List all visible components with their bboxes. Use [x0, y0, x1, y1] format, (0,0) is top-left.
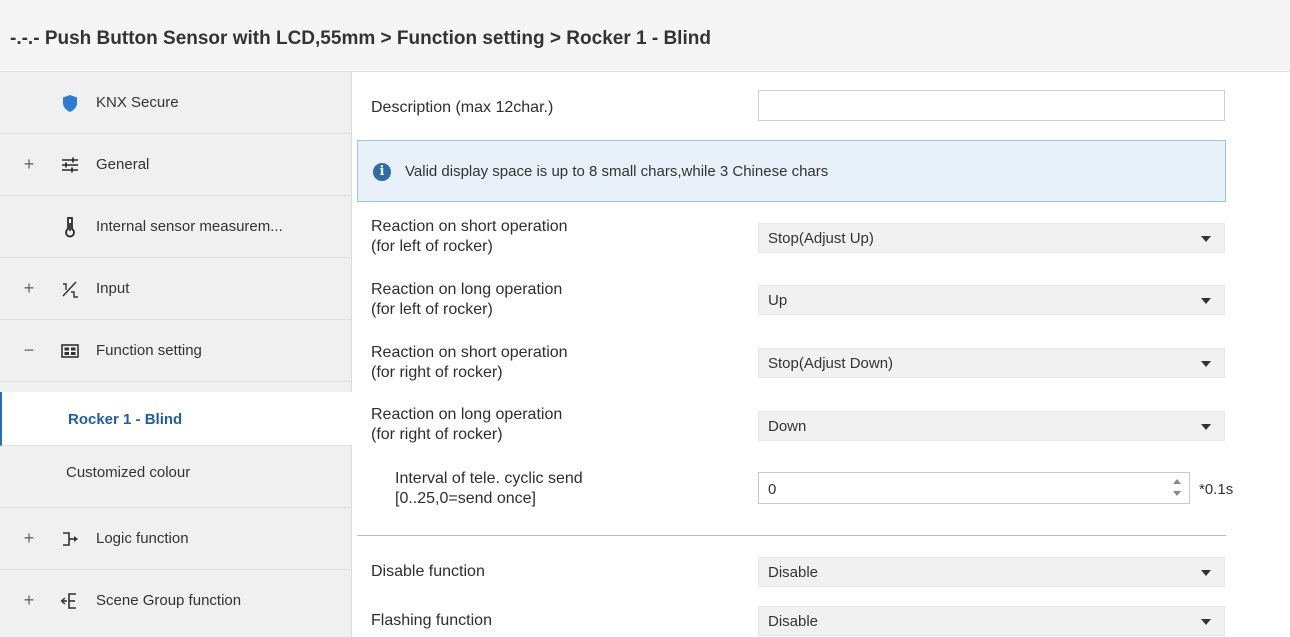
- disable-function-label: Disable function: [371, 563, 485, 580]
- parameter-panel: Description (max 12char.) i Valid displa…: [353, 72, 1290, 637]
- sidebar-item-knx-secure[interactable]: KNX Secure: [0, 72, 352, 134]
- short-right-value: Stop(Adjust Down): [768, 355, 894, 372]
- breadcrumb-title: -.-.- Push Button Sensor with LCD,55mm >…: [10, 28, 711, 49]
- sidebar-item-label: General: [96, 156, 150, 173]
- sidebar-item-input[interactable]: + Input: [0, 258, 352, 320]
- short-right-select[interactable]: Stop(Adjust Down): [758, 348, 1225, 378]
- sidebar-item-general[interactable]: + General: [0, 134, 352, 196]
- dropdown-caret-icon: [1201, 298, 1211, 304]
- sidebar-item-customized-colour[interactable]: Customized colour: [0, 446, 352, 508]
- interval-label: Interval of tele. cyclic send: [395, 470, 583, 487]
- spin-arrows[interactable]: [1171, 476, 1183, 500]
- info-box: i Valid display space is up to 8 small c…: [357, 140, 1226, 202]
- disable-function-value: Disable: [768, 564, 819, 581]
- sidebar-item-rocker-1-blind[interactable]: Rocker 1 - Blind: [0, 392, 352, 446]
- section-divider: [357, 535, 1226, 536]
- sidebar-item-label: Rocker 1 - Blind: [68, 411, 183, 428]
- collapse-icon[interactable]: −: [22, 340, 36, 361]
- logic-icon: [63, 532, 78, 546]
- sidebar-item-scene-group[interactable]: + Scene Group function: [0, 570, 352, 637]
- interval-sublabel: [0..25,0=send once]: [395, 490, 536, 507]
- interval-input[interactable]: [759, 473, 1160, 505]
- interval-unit: *0.1s: [1199, 481, 1234, 498]
- sidebar-item-label: Internal sensor measurem...: [96, 218, 283, 235]
- long-right-value: Down: [768, 418, 807, 435]
- sidebar: KNX Secure + General Internal sensor mea…: [0, 72, 352, 637]
- sidebar-item-label: Function setting: [96, 342, 202, 359]
- scene-icon: [60, 593, 76, 609]
- shield-icon: [63, 95, 77, 112]
- short-right-sublabel: (for right of rocker): [371, 364, 503, 381]
- long-left-value: Up: [768, 292, 788, 309]
- expand-icon[interactable]: +: [22, 528, 36, 549]
- title-bar: -.-.- Push Button Sensor with LCD,55mm >…: [0, 0, 1290, 72]
- dropdown-caret-icon: [1201, 424, 1211, 430]
- flashing-function-value: Disable: [768, 613, 819, 630]
- short-left-sublabel: (for left of rocker): [371, 238, 493, 255]
- long-right-label: Reaction on long operation: [371, 406, 563, 423]
- sidebar-item-label: Scene Group function: [96, 592, 242, 609]
- info-icon: i: [373, 163, 391, 181]
- sidebar-item-label: Logic function: [96, 530, 189, 547]
- sidebar-item-label: KNX Secure: [96, 94, 179, 111]
- long-right-select[interactable]: Down: [758, 411, 1225, 441]
- disable-function-select[interactable]: Disable: [758, 557, 1225, 587]
- short-right-label: Reaction on short operation: [371, 344, 568, 361]
- grid-icon: [61, 344, 79, 358]
- dropdown-caret-icon: [1201, 361, 1211, 367]
- short-left-value: Stop(Adjust Up): [768, 230, 874, 247]
- sidebar-item-function-setting[interactable]: − Function setting: [0, 320, 352, 382]
- description-input[interactable]: [758, 90, 1225, 121]
- long-right-sublabel: (for right of rocker): [371, 426, 503, 443]
- spin-down-icon[interactable]: [1173, 491, 1181, 496]
- expand-icon[interactable]: +: [22, 154, 36, 175]
- sidebar-item-logic-function[interactable]: + Logic function: [0, 508, 352, 570]
- interval-spinbox[interactable]: [758, 472, 1190, 505]
- sidebar-item-label: Customized colour: [66, 464, 191, 481]
- dropdown-caret-icon: [1201, 236, 1211, 242]
- long-left-label: Reaction on long operation: [371, 281, 563, 298]
- input-icon: [62, 281, 78, 298]
- expand-icon[interactable]: +: [22, 590, 36, 611]
- dropdown-caret-icon: [1201, 619, 1211, 625]
- flashing-function-select[interactable]: Disable: [758, 606, 1225, 636]
- info-text: Valid display space is up to 8 small cha…: [405, 163, 829, 180]
- dropdown-caret-icon: [1201, 570, 1211, 576]
- description-label: Description (max 12char.): [371, 99, 554, 116]
- sidebar-item-label: Input: [96, 280, 130, 297]
- sidebar-item-internal-sensor[interactable]: Internal sensor measurem...: [0, 196, 352, 258]
- sliders-icon: [62, 157, 78, 173]
- long-left-select[interactable]: Up: [758, 285, 1225, 315]
- spin-up-icon[interactable]: [1173, 479, 1181, 484]
- flashing-function-label: Flashing function: [371, 612, 492, 629]
- short-left-label: Reaction on short operation: [371, 218, 568, 235]
- thermometer-icon: [65, 217, 75, 238]
- expand-icon[interactable]: +: [22, 278, 36, 299]
- long-left-sublabel: (for left of rocker): [371, 301, 493, 318]
- short-left-select[interactable]: Stop(Adjust Up): [758, 223, 1225, 253]
